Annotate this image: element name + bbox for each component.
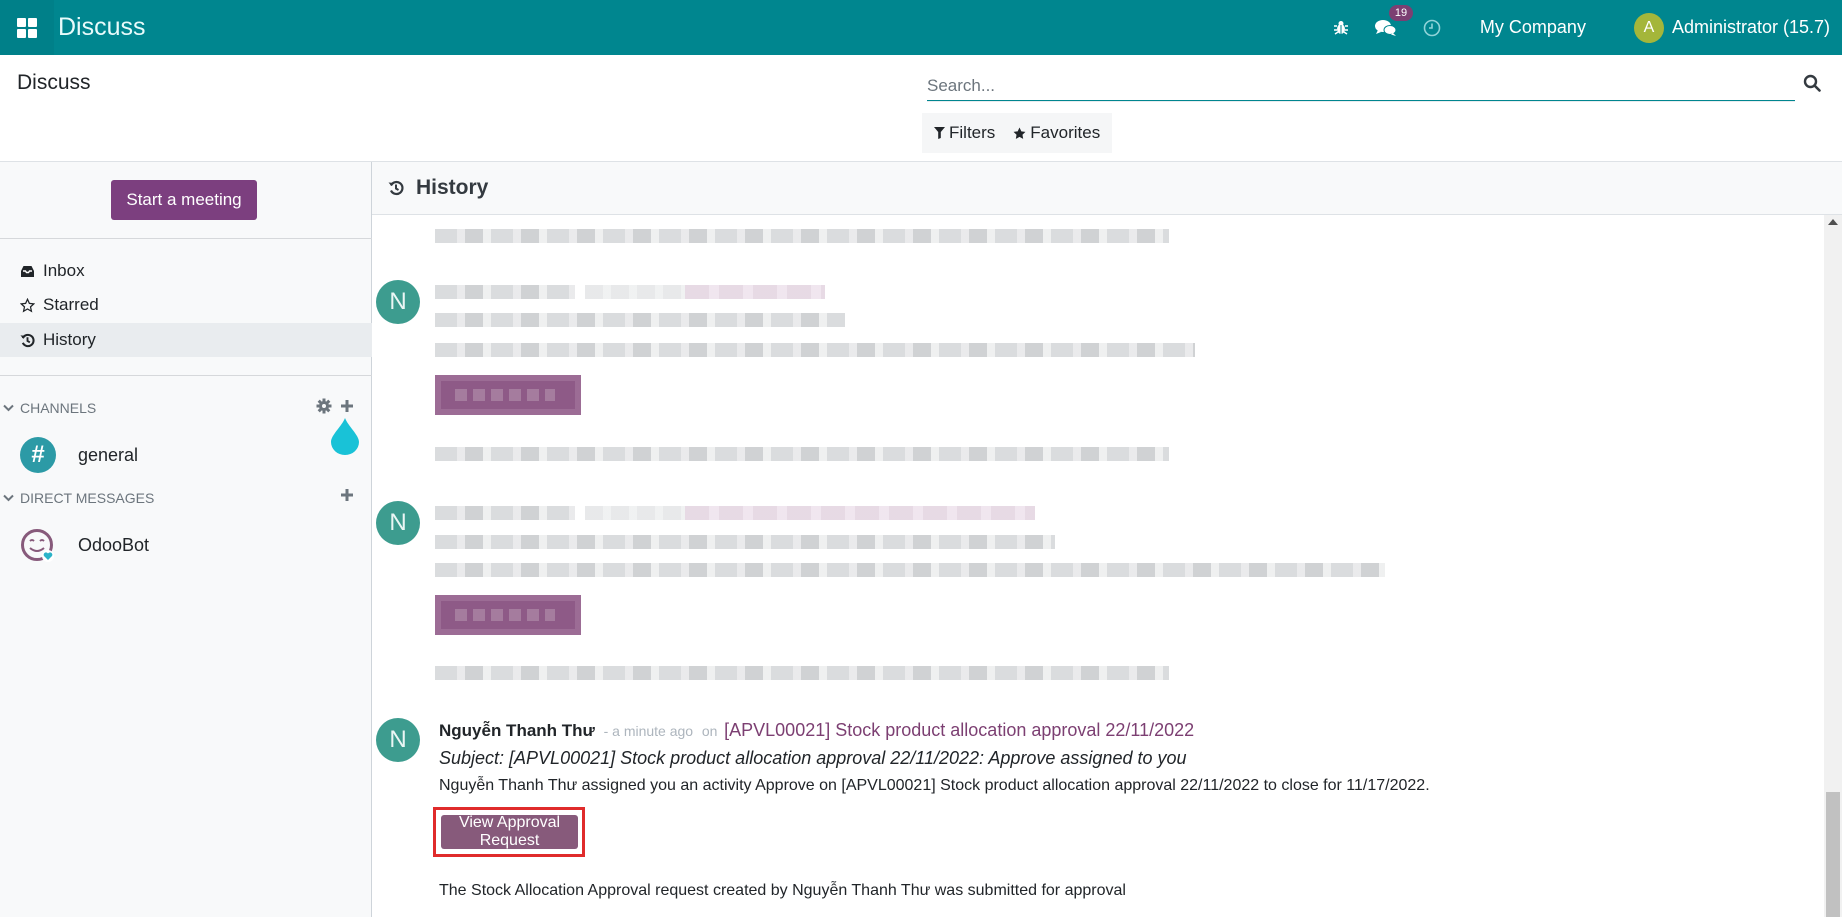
record-link[interactable]: [APVL00021] Stock product allocation app… — [724, 720, 1194, 740]
blurred-meta — [585, 506, 685, 520]
sidebar-divider — [0, 238, 372, 239]
message-date: - a minute ago — [603, 723, 694, 739]
app-name[interactable]: Discuss — [58, 13, 146, 42]
channels-category-header[interactable]: CHANNELS — [0, 396, 372, 420]
history-icon — [20, 333, 35, 347]
message-count-badge: 19 — [1388, 4, 1414, 21]
activity-clock-icon[interactable] — [1423, 19, 1441, 37]
favorites-label: Favorites — [1030, 123, 1101, 142]
thread-title: History — [416, 176, 489, 199]
star-icon — [1013, 127, 1026, 139]
blurred-body — [435, 343, 1195, 357]
star-outline-icon — [20, 297, 35, 312]
blurred-meta — [585, 285, 685, 299]
debug-bug-icon[interactable] — [1333, 20, 1349, 36]
chevron-down-icon — [3, 404, 14, 412]
message-thread: N N N Nguyễn Thanh Thư - a minute ago on… — [373, 215, 1823, 917]
sidebar-item-label: History — [43, 330, 96, 349]
blurred-footer — [435, 666, 1169, 680]
sidebar-item-label: Starred — [43, 295, 99, 314]
message-header: Nguyễn Thanh Thư - a minute ago on [APVL… — [439, 720, 1194, 741]
blurred-footer — [435, 447, 1169, 461]
sidebar-item-history[interactable]: History — [0, 323, 372, 357]
discuss-sidebar: Start a meeting Inbox Starred History CH… — [0, 162, 372, 917]
sidebar-item-label: Inbox — [43, 261, 85, 280]
company-switcher[interactable]: My Company — [1480, 17, 1586, 38]
message-footer-text: The Stock Allocation Approval request cr… — [439, 882, 1126, 899]
start-meeting-button[interactable]: Start a meeting — [111, 180, 257, 220]
blurred-author — [435, 285, 575, 299]
channel-name: general — [78, 444, 139, 465]
sidebar-item-starred[interactable]: Starred — [0, 288, 372, 322]
chat-bubbles-icon — [1374, 19, 1397, 36]
add-channel-plus-icon[interactable] — [340, 399, 354, 413]
view-approval-request-button[interactable]: View Approval Request — [441, 814, 578, 849]
apps-grid-icon — [17, 17, 37, 38]
blurred-link — [685, 285, 825, 299]
author-avatar[interactable]: N — [376, 501, 420, 545]
chevron-down-icon — [3, 494, 14, 502]
scroll-up-arrow-icon[interactable] — [1828, 219, 1838, 225]
user-menu[interactable]: Administrator (15.7) — [1672, 17, 1830, 38]
sidebar-item-inbox[interactable]: Inbox — [0, 254, 372, 288]
dm-header-label: DIRECT MESSAGES — [20, 490, 155, 506]
channels-header-label: CHANNELS — [20, 400, 97, 416]
sidebar-channel-general[interactable]: # general — [0, 432, 372, 478]
filters-label: Filters — [949, 123, 996, 142]
filters-button[interactable]: Filters — [934, 123, 995, 143]
author-avatar[interactable]: N — [376, 718, 420, 762]
author-name[interactable]: Nguyễn Thanh Thư — [439, 721, 595, 740]
odoobot-avatar-icon — [21, 529, 54, 562]
message-body: Nguyễn Thanh Thư assigned you an activit… — [439, 777, 1430, 794]
sidebar-dm-odoobot[interactable]: OdooBot — [0, 522, 372, 568]
scrollbar-thumb[interactable] — [1826, 792, 1840, 917]
blurred-button[interactable] — [435, 375, 581, 415]
sidebar-divider — [0, 375, 372, 376]
hashtag-icon: # — [20, 437, 56, 473]
control-panel: Discuss Filters Favorites — [0, 55, 1842, 162]
origin-on-label: on — [701, 723, 718, 739]
thread-scrollbar[interactable] — [1824, 215, 1842, 917]
blurred-link — [685, 506, 1035, 520]
add-dm-plus-icon[interactable] — [340, 488, 354, 502]
blurred-subject — [435, 313, 845, 327]
gear-icon[interactable] — [316, 398, 332, 414]
user-avatar[interactable]: A — [1633, 12, 1664, 43]
direct-messages-category-header[interactable]: DIRECT MESSAGES — [0, 486, 372, 510]
filter-icon — [934, 127, 945, 139]
app-menu-button[interactable] — [0, 0, 54, 55]
blurred-text — [435, 229, 1169, 243]
blurred-author — [435, 506, 575, 520]
favorites-button[interactable]: Favorites — [1013, 123, 1100, 143]
blurred-body — [435, 563, 1385, 577]
search-icon[interactable] — [1803, 74, 1821, 97]
inbox-icon — [21, 265, 34, 277]
blurred-button[interactable] — [435, 595, 581, 635]
thread-header: History — [372, 162, 1842, 215]
dm-name: OdooBot — [78, 534, 150, 555]
search-options: Filters Favorites — [922, 113, 1113, 153]
message-subject: Subject: [APVL00021] Stock product alloc… — [439, 748, 1187, 768]
history-icon — [388, 180, 404, 196]
search-input[interactable] — [927, 72, 1795, 101]
author-avatar[interactable]: N — [376, 280, 420, 324]
highlight-annotation: View Approval Request — [433, 807, 585, 857]
blurred-subject — [435, 535, 1055, 549]
top-navbar: Discuss 19 My Company A Administrator (1… — [0, 0, 1842, 55]
water-drop-icon — [331, 418, 359, 455]
search-bar — [927, 72, 1795, 102]
breadcrumb-title: Discuss — [17, 71, 91, 94]
messaging-menu[interactable]: 19 — [1374, 4, 1414, 37]
